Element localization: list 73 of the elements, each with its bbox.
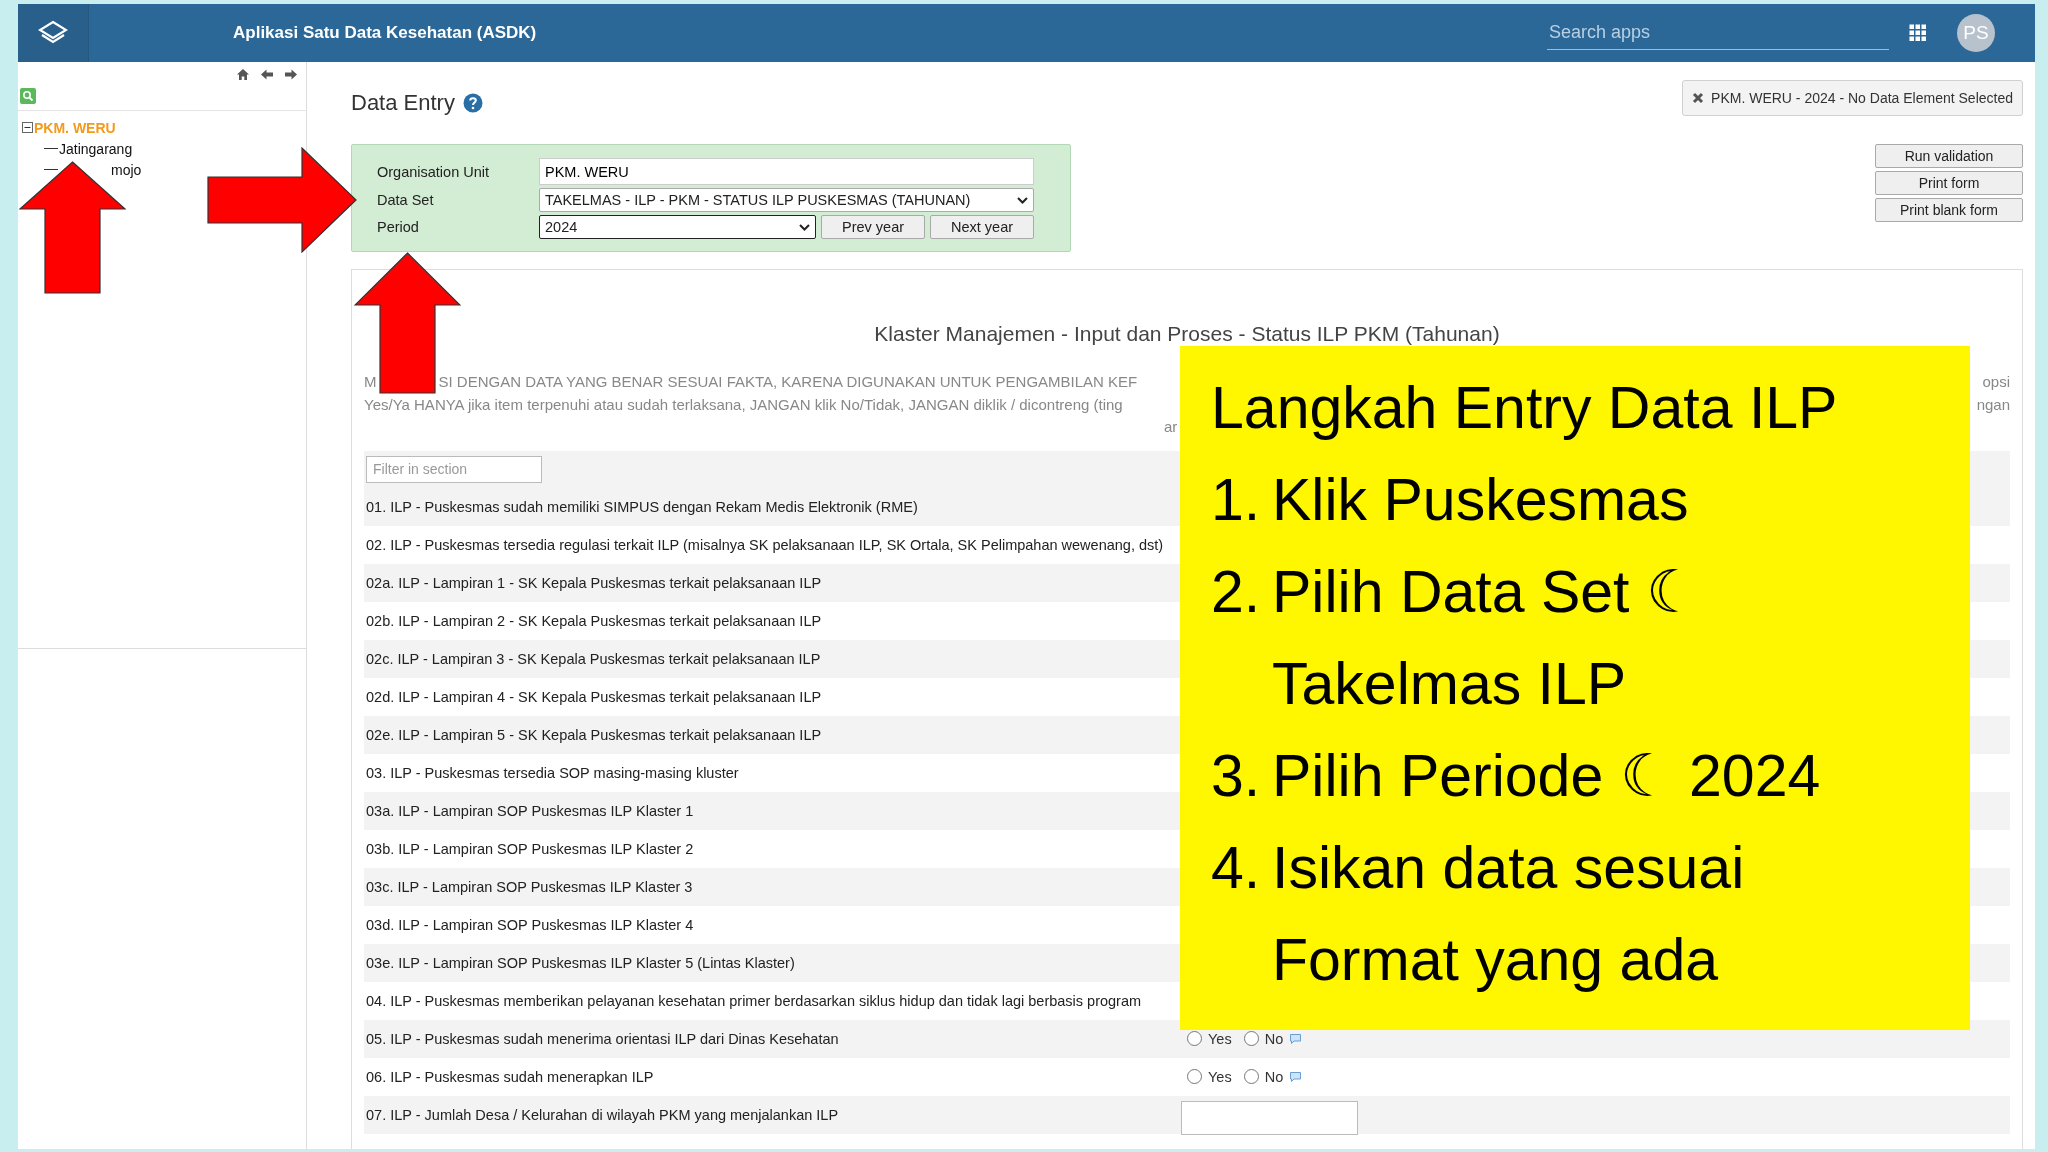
radio-label: No [1264,1030,1284,1047]
radio-button[interactable] [1243,1069,1259,1084]
comment-icon[interactable] [1289,1070,1303,1083]
action-button[interactable]: Print blank form [1875,198,2023,222]
field-label: Period [377,219,420,235]
field-label: Data Set [377,192,435,208]
value-field[interactable] [1181,1100,1358,1135]
selection-text: PKM. WERU - 2024 - No Data Element Selected [1711,90,2013,106]
filter-field[interactable]: Filter in section [366,455,542,483]
instruction-text: opsi [1982,372,2010,392]
step-text: Isikan data sesuai [1272,834,1745,903]
help-icon[interactable] [462,93,483,113]
chevron-icon [1017,196,1028,204]
data-element-label: 03e. ILP - Lampiran SOP Puskesmas ILP Klaster 5 (Lintas Klaster) [365,954,796,971]
callout-title: Langkah Entry Data ILP [1211,374,1839,443]
data-element-label: 02b. ILP - Lampiran 2 - SK Kepala Puskesmas terkait pelaksanaan ILP [365,612,823,629]
radio-label: No [1264,1068,1284,1085]
radio-label: Yes [1208,1068,1232,1085]
collapse-icon[interactable] [22,122,33,133]
data-element-label: 03d. ILP - Lampiran SOP Puskesmas ILP Klaster 4 [365,916,695,933]
app-title: Aplikasi Satu Data Kesehatan (ASDK) [233,23,537,43]
period-button[interactable]: Prev year [821,215,925,239]
step-number: 3. [1211,742,1262,811]
radio-button[interactable] [1187,1031,1202,1046]
period-button[interactable]: Next year [930,215,1034,239]
step-text: Pilih Periode ☾ 2024 [1272,742,1821,811]
chevron-icon [799,223,810,231]
data-element-label: 05. ILP - Puskesmas sudah menerima orientasi ILP dari Dinas Kesehatan [365,1030,840,1047]
org-unit-field[interactable]: PKM. WERU [539,158,1034,185]
data-element-label: 02e. ILP - Lampiran 5 - SK Kepala Puskesmas terkait pelaksanaan ILP [365,726,823,743]
action-button[interactable]: Print form [1875,171,2023,195]
data-element-label: 02c. ILP - Lampiran 3 - SK Kepala Puskesmas terkait pelaksanaan ILP [365,650,822,667]
forward-arrow-icon[interactable] [284,68,298,81]
home-icon[interactable] [236,68,250,81]
radio-label: Yes [1208,1030,1232,1047]
tree-item[interactable]: mojo [111,161,142,178]
tree-item[interactable]: Jatingarang [59,140,133,157]
step-text: Klik Puskesmas [1272,466,1689,535]
step-text: Format yang ada [1272,926,1719,995]
data-element-label: 02a. ILP - Lampiran 1 - SK Kepala Puskesmas terkait pelaksanaan ILP [365,574,823,591]
step-text: Takelmas ILP [1272,650,1628,719]
apps-grid-icon[interactable] [1909,24,1927,42]
page-title: Data Entry [351,90,455,116]
field-label: Organisation Unit [377,163,491,180]
instruction-text: ngan [1976,394,2010,415]
close-icon[interactable] [1692,92,1705,104]
search-field[interactable]: Search apps [1547,16,1889,50]
action-button[interactable]: Run validation [1875,144,2023,168]
back-arrow-icon[interactable] [260,68,274,81]
step-number: 1. [1211,466,1262,535]
data-element-label: 07. ILP - Jumlah Desa / Kelurahan di wilayah PKM yang menjalankan ILP [365,1106,840,1123]
dataset-select[interactable]: TAKELMAS - ILP - PKM - STATUS ILP PUSKESMAS (TAHUNAN) [539,188,1034,212]
data-element-label: 04. ILP - Puskesmas memberikan pelayanan kesehatan primer berdasarkan siklus hidup dan tidak lagi berbasis program [365,992,1143,1009]
instruction-text: M [364,372,377,392]
data-element-label: 02. ILP - Puskesmas tersedia regulasi terkait ILP (misalnya SK pelaksanaan ILP, SK Ortala, SK Pelimpahan wewenang, dst) [365,536,1165,553]
instruction-text: ar [1164,417,1178,437]
data-element-label: 03b. ILP - Lampiran SOP Puskesmas ILP Klaster 2 [365,840,695,857]
app-logo-icon[interactable] [38,20,68,46]
data-element-label: 03. ILP - Puskesmas tersedia SOP masing-masing kluster [365,764,740,781]
step-text: Pilih Data Set ☾ [1272,558,1699,627]
section-title: Klaster Manajemen - Input dan Proses - Status ILP PKM (Tahunan) [873,321,1501,346]
radio-button[interactable] [1187,1069,1202,1084]
data-element-label: 02d. ILP - Lampiran 4 - SK Kepala Puskesmas terkait pelaksanaan ILP [365,688,823,705]
data-element-label: 01. ILP - Puskesmas sudah memiliki SIMPUS dengan Rekam Medis Elektronik (RME) [365,498,919,515]
period-select[interactable]: 2024 [539,215,816,239]
step-number: 4. [1211,834,1262,903]
radio-button[interactable] [1243,1031,1259,1046]
data-element-label: 03a. ILP - Lampiran SOP Puskesmas ILP Klaster 1 [365,802,695,819]
instruction-text: SI DENGAN DATA YANG BENAR SESUAI FAKTA, KARENA DIGUNAKAN UNTUK PENGAMBILAN KEF [438,372,1138,392]
instruction-text: Yes/Ya HANYA jika item terpenuhi atau sudah terlaksana, JANGAN klik No/Tidak, JANGAN diklik / dicontreng (ting [364,394,1123,415]
step-number: 2. [1211,558,1262,627]
data-element-label: 03c. ILP - Lampiran SOP Puskesmas ILP Klaster 3 [365,878,694,895]
data-element-label: 06. ILP - Puskesmas sudah menerapkan ILP [365,1068,655,1085]
